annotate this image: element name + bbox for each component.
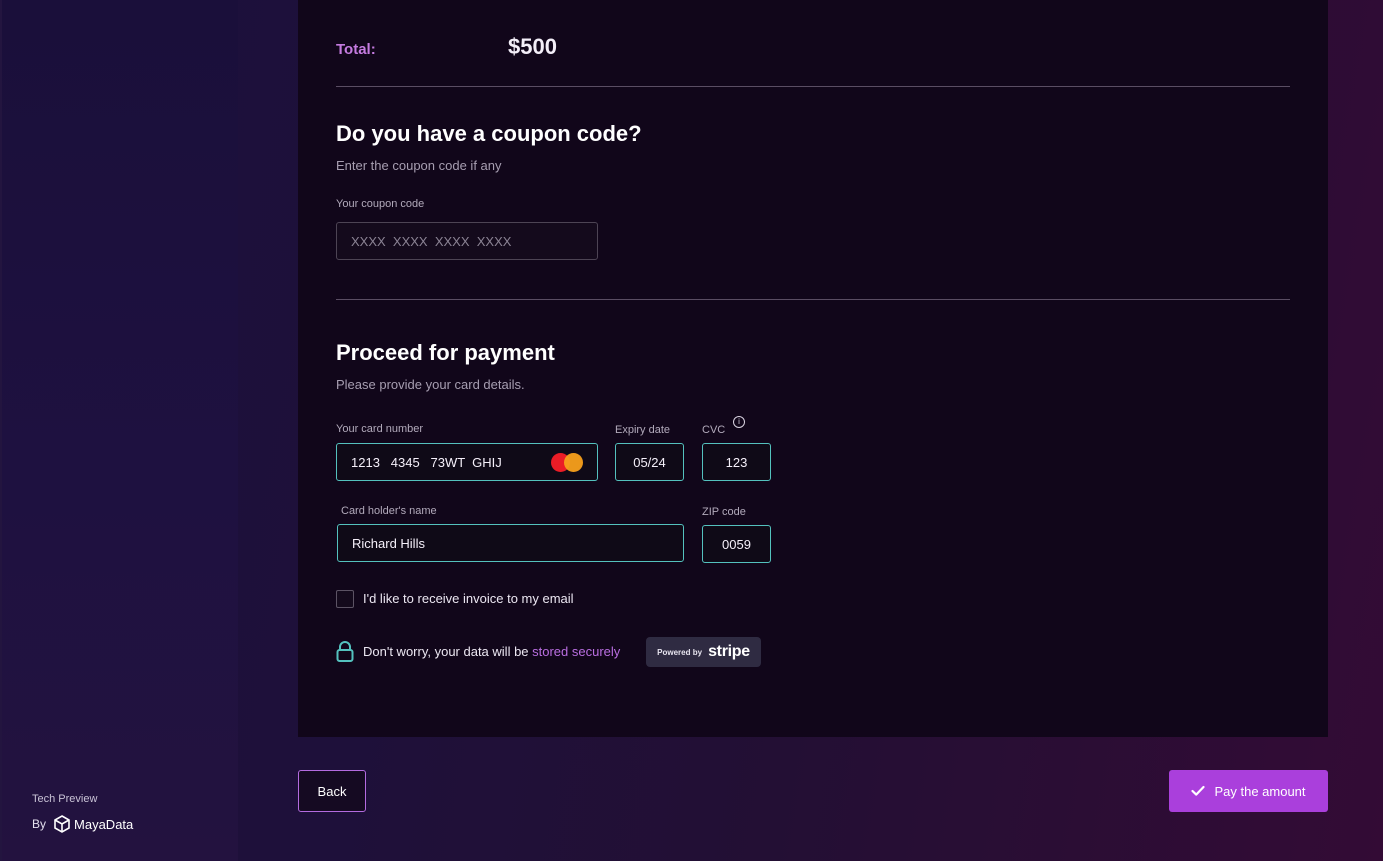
expiry-value: 05/24 [633,454,666,470]
powered-by-stripe-badge[interactable]: Powered by stripe [646,637,761,667]
payment-subtitle: Please provide your card details. [336,377,525,392]
zip-input[interactable]: 0059 [702,525,771,563]
pay-button[interactable]: Pay the amount [1169,770,1328,812]
zip-value: 0059 [722,536,751,552]
total-value: $500 [508,34,557,59]
card-number-input[interactable]: 1213 4345 73WT GHIJ [336,443,598,481]
pay-button-label: Pay the amount [1214,783,1306,799]
cardholder-input[interactable]: Richard Hills [337,524,684,562]
stripe-logo: stripe [708,643,750,660]
coupon-field-label: Your coupon code [336,198,425,210]
checkout-panel: Total: $500 Do you have a coupon code? E… [298,0,1328,737]
divider [336,299,1290,300]
zip-label: ZIP code [702,506,746,518]
brand-name: MayaData [74,816,134,832]
security-text: Don't worry, your data will be [363,644,533,659]
divider [336,86,1290,87]
invoice-checkbox-label[interactable]: I'd like to receive invoice to my email [363,591,574,606]
expiry-label: Expiry date [615,424,671,436]
tech-preview-label: Tech Preview [32,793,98,805]
invoice-checkbox[interactable] [336,590,354,608]
cvc-label: CVC [702,424,726,436]
cardholder-label: Card holder's name [341,505,437,517]
powered-by-label: Powered by [657,647,703,657]
payment-heading: Proceed for payment [336,340,555,365]
coupon-input[interactable]: XXXX XXXX XXXX XXXX [336,222,598,260]
mastercard-icon [551,453,585,473]
mayadata-cube-icon [54,815,70,833]
cvc-input[interactable]: 123 [702,443,771,481]
stored-securely-link[interactable]: stored securely [532,644,620,659]
info-icon[interactable]: i [733,416,745,428]
card-number-label: Your card number [336,423,424,435]
expiry-input[interactable]: 05/24 [615,443,684,481]
brand-row: By MayaData [32,815,133,833]
sidebar: Tech Preview By MayaData [0,0,238,861]
coupon-heading: Do you have a coupon code? [336,121,642,146]
mayadata-logo: MayaData [54,815,133,833]
lock-icon [336,641,354,662]
card-number-value: 1213 4345 73WT GHIJ [351,454,502,470]
by-label: By [32,817,47,831]
check-icon [1191,785,1206,796]
cardholder-value: Richard Hills [352,535,425,551]
total-label: Total: [336,41,376,58]
security-note: Don't worry, your data will be stored se… [363,644,620,659]
coupon-placeholder: XXXX XXXX XXXX XXXX [351,233,512,249]
coupon-subtitle: Enter the coupon code if any [336,158,502,173]
cvc-value: 123 [725,454,748,470]
back-button[interactable]: Back [298,770,366,812]
